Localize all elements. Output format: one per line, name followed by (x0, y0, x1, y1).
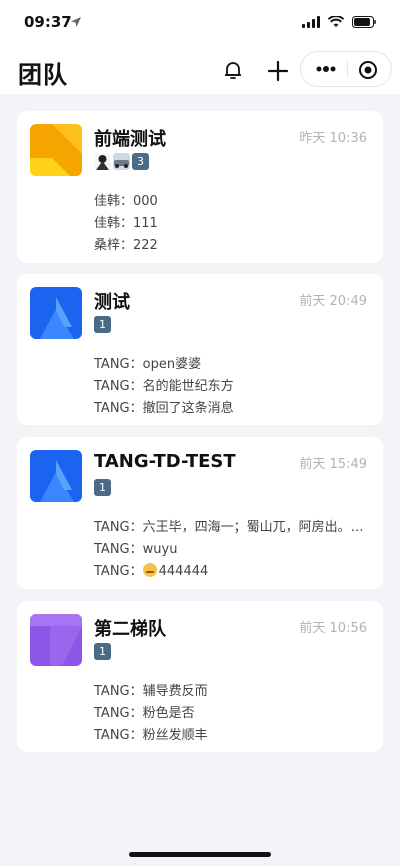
member-avatar (113, 153, 130, 170)
member-avatar (94, 153, 111, 170)
message-prefix: TANG： (94, 564, 143, 579)
message-line: 佳韩：000 (94, 194, 158, 209)
team-time: 前天 15:49 (299, 457, 367, 472)
team-name: TANG-TD-TEST (94, 451, 236, 472)
member-badge: 1 (99, 645, 106, 658)
team-card[interactable]: TANG-TD-TEST 前天 15:49 1 TANG：六王毕，四海一；蜀山兀… (17, 437, 383, 589)
location-arrow-icon (71, 17, 81, 27)
signal-icon (302, 16, 320, 28)
status-right (302, 15, 376, 29)
emoji-icon (142, 563, 157, 577)
message-line: TANG：open婆婆 (94, 357, 202, 372)
more-icon[interactable] (315, 59, 337, 79)
member-avatars: 3 (94, 153, 149, 171)
team-card[interactable]: 第二梯队 前天 10:56 1 TANG：辅导费反而 TANG：粉色是否 TAN… (17, 601, 383, 752)
member-avatar: 3 (132, 153, 149, 170)
message-line: TANG：撤回了这条消息 (94, 401, 234, 416)
top-bar: 09:37 团队 (0, 0, 400, 94)
wifi-icon (328, 16, 344, 27)
add-icon[interactable] (266, 59, 290, 83)
message-line: TANG： 444444 (94, 560, 369, 579)
member-badge: 1 (99, 481, 106, 494)
capsule-divider (347, 60, 348, 78)
bell-icon[interactable] (221, 58, 245, 82)
battery-icon (352, 16, 376, 28)
home-indicator (129, 852, 271, 857)
team-name: 第二梯队 (94, 619, 166, 640)
member-avatar: 1 (94, 479, 111, 496)
mini-program-capsule (300, 51, 392, 87)
team-card[interactable]: 测试 前天 20:49 1 TANG：open婆婆 TANG：名的能世纪东方 T… (17, 274, 383, 425)
message-line: 桑梓：222 (94, 238, 158, 253)
member-avatars: 1 (94, 643, 111, 661)
team-time: 前天 10:56 (299, 621, 367, 636)
team-avatar (30, 124, 82, 176)
message-suffix: 444444 (158, 564, 209, 579)
message-line: TANG：粉色是否 (94, 706, 195, 721)
message-line: TANG：wuyu (94, 542, 178, 557)
team-card[interactable]: 前端测试 昨天 10:36 3 佳韩：000 佳韩：111 桑梓：222 (17, 111, 383, 263)
message-line: TANG：辅导费反而 (94, 684, 208, 699)
member-avatars: 1 (94, 479, 111, 497)
team-time: 昨天 10:36 (299, 131, 367, 146)
close-target-icon[interactable] (358, 60, 378, 80)
team-avatar (30, 287, 82, 339)
member-badge: 1 (99, 318, 106, 331)
member-avatar: 1 (94, 643, 111, 660)
team-name: 前端测试 (94, 129, 166, 150)
message-line: TANG：六王毕，四海一；蜀山兀，阿房出。覆压三百余里 (94, 520, 369, 535)
member-avatars: 1 (94, 316, 111, 334)
message-line: 佳韩：111 (94, 216, 158, 231)
member-avatar: 1 (94, 316, 111, 333)
message-line: TANG：粉丝发顺丰 (94, 728, 208, 743)
team-name: 测试 (94, 292, 130, 313)
team-avatar (30, 450, 82, 502)
message-line: TANG：名的能世纪东方 (94, 379, 234, 394)
team-avatar (30, 614, 82, 666)
status-time: 09:37 (24, 13, 72, 31)
page-title: 团队 (18, 61, 68, 89)
member-badge: 3 (137, 155, 144, 168)
team-time: 前天 20:49 (299, 294, 367, 309)
